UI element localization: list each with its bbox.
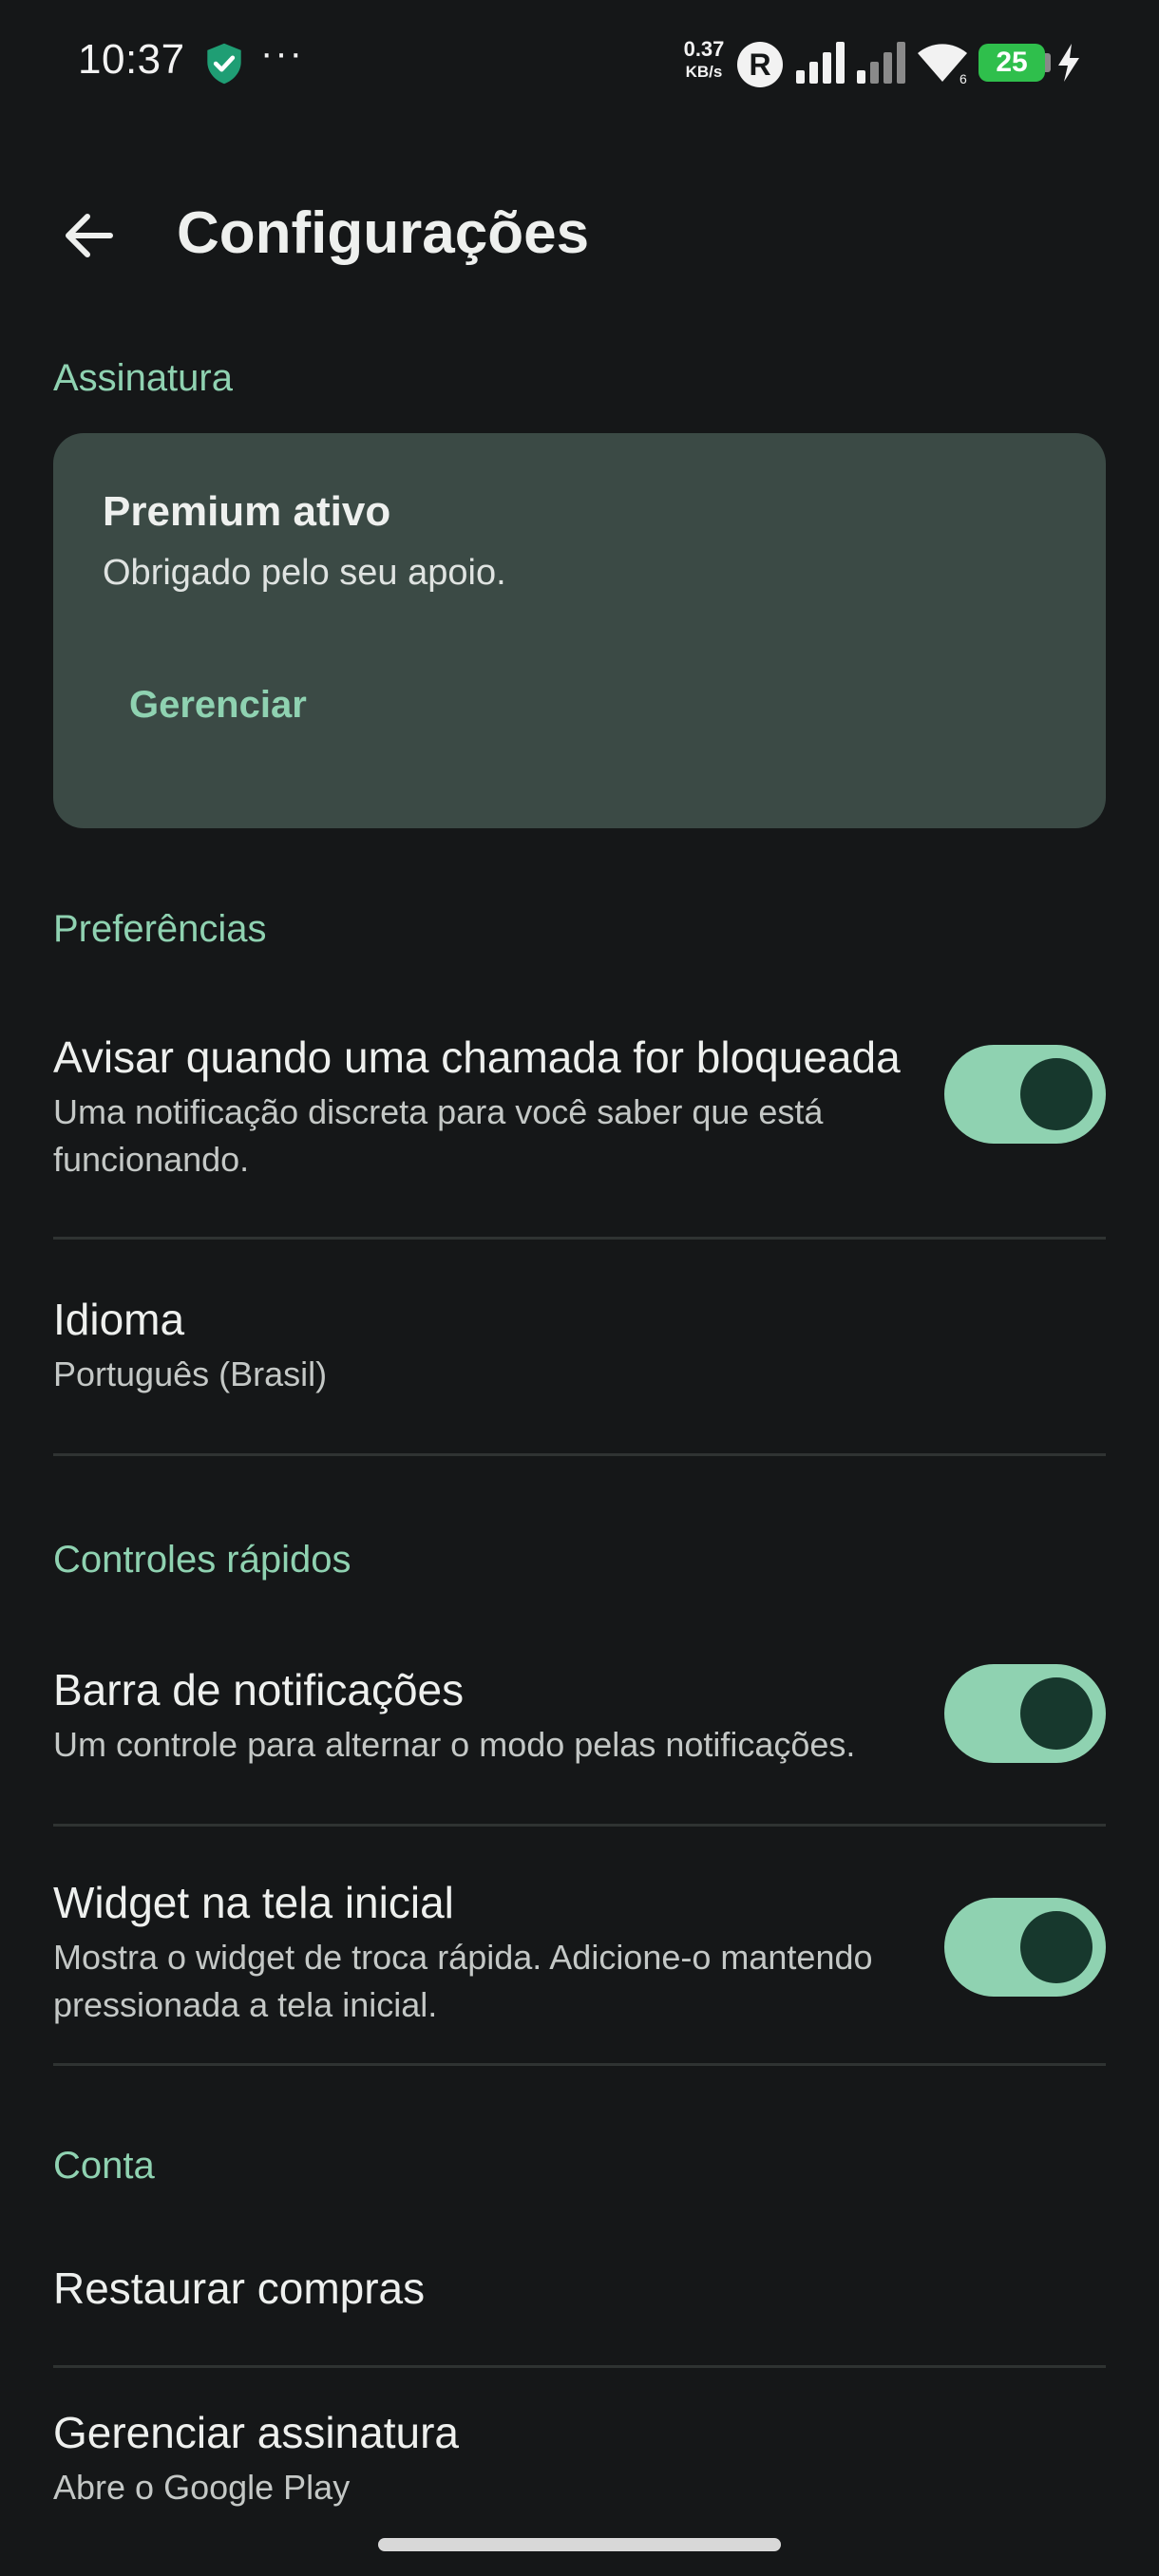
setting-subtitle: Abre o Google Play bbox=[53, 2468, 351, 2507]
setting-subtitle: Mostra o widget de troca rápida. Adicion… bbox=[53, 1938, 873, 2024]
blocked-call-notify-toggle[interactable] bbox=[944, 1045, 1106, 1144]
toggle-knob bbox=[1020, 1911, 1092, 1983]
premium-card-subtitle: Obrigado pelo seu apoio. bbox=[103, 553, 506, 593]
section-preferences-label: Preferências bbox=[53, 908, 267, 950]
signal-icon bbox=[857, 42, 905, 84]
svg-text:6: 6 bbox=[960, 71, 967, 85]
premium-card: Premium ativo Obrigado pelo seu apoio. G… bbox=[53, 433, 1106, 828]
gesture-navigation-bar[interactable] bbox=[378, 2538, 781, 2551]
notification-bar-toggle[interactable] bbox=[944, 1664, 1106, 1763]
arrow-left-icon[interactable] bbox=[55, 201, 124, 270]
setting-title: Avisar quando uma chamada for bloqueada bbox=[53, 1032, 901, 1082]
section-account-label: Conta bbox=[53, 2145, 155, 2187]
section-subscription-label: Assinatura bbox=[53, 357, 233, 399]
setting-restore-purchases[interactable]: Restaurar compras bbox=[53, 2261, 1106, 2316]
premium-card-title: Premium ativo bbox=[103, 488, 391, 535]
section-quick-controls-label: Controles rápidos bbox=[53, 1539, 352, 1581]
battery-cap bbox=[1045, 53, 1051, 72]
manage-button[interactable]: Gerenciar bbox=[91, 671, 345, 740]
setting-title: Widget na tela inicial bbox=[53, 1878, 454, 1927]
setting-title: Restaurar compras bbox=[53, 2263, 426, 2313]
setting-title: Gerenciar assinatura bbox=[53, 2408, 459, 2457]
more-notifications-icon: ··· bbox=[260, 32, 304, 74]
signal-icon bbox=[796, 42, 845, 84]
shield-check-icon bbox=[207, 43, 241, 85]
battery-level: 25 bbox=[996, 47, 1028, 78]
status-bar: 10:37 ··· 0.37 KB/s R 6 25 bbox=[0, 0, 1159, 129]
setting-manage-subscription[interactable]: Gerenciar assinatura Abre o Google Play bbox=[53, 2405, 1106, 2511]
setting-value: Português (Brasil) bbox=[53, 1354, 328, 1393]
setting-title: Idioma bbox=[53, 1295, 185, 1344]
page-title: Configurações bbox=[177, 200, 590, 266]
divider bbox=[53, 1453, 1106, 1456]
divider bbox=[53, 2365, 1106, 2368]
setting-title: Barra de notificações bbox=[53, 1665, 465, 1714]
toggle-knob bbox=[1020, 1677, 1092, 1750]
toggle-knob bbox=[1020, 1058, 1092, 1130]
network-speed: 0.37 KB/s bbox=[683, 37, 725, 82]
charging-bolt-icon bbox=[1058, 44, 1079, 82]
setting-subtitle: Uma notificação discreta para você saber… bbox=[53, 1092, 824, 1179]
divider bbox=[53, 1824, 1106, 1827]
setting-subtitle: Um controle para alternar o modo pelas n… bbox=[53, 1725, 856, 1764]
top-app-bar: Configurações bbox=[0, 171, 1159, 294]
wifi-icon: 6 bbox=[918, 44, 967, 85]
divider bbox=[53, 1237, 1106, 1240]
status-time: 10:37 bbox=[78, 36, 185, 83]
roaming-badge: R bbox=[737, 42, 783, 87]
setting-language[interactable]: Idioma Português (Brasil) bbox=[53, 1292, 1106, 1398]
home-widget-toggle[interactable] bbox=[944, 1898, 1106, 1997]
divider bbox=[53, 2063, 1106, 2066]
